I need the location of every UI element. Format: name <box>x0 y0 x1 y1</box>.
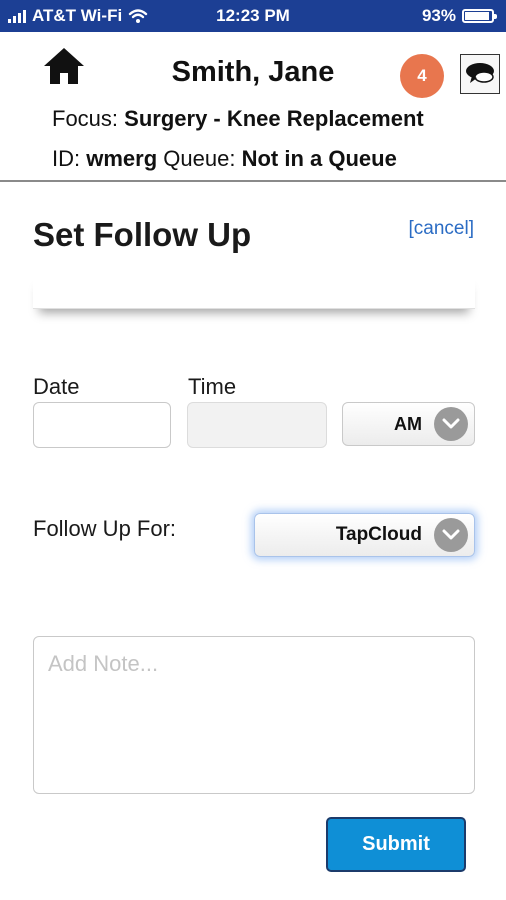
patient-header: Smith, Jane 4 Focus: Surgery - Knee Repl… <box>0 32 506 182</box>
queue-label: Queue: <box>163 146 236 171</box>
ampm-value: AM <box>394 413 422 434</box>
title-panel <box>33 272 475 309</box>
focus-label: Focus: <box>52 106 119 131</box>
cancel-link[interactable]: [cancel] <box>409 218 474 240</box>
submit-button[interactable]: Submit <box>326 817 466 872</box>
form-title: Set Follow Up <box>33 216 252 253</box>
time-input[interactable] <box>187 402 327 448</box>
date-label: Date <box>33 374 80 399</box>
id-queue-line: ID: wmerg Queue: Not in a Queue <box>52 146 397 172</box>
status-bar: AT&T Wi-Fi 12:23 PM 93% <box>0 0 506 32</box>
focus-value: Surgery - Knee Replacement <box>124 106 424 131</box>
id-label: ID: <box>52 146 81 171</box>
battery-icon <box>462 9 497 23</box>
ampm-select[interactable]: AM <box>342 402 475 446</box>
follow-up-value: TapCloud <box>335 524 422 545</box>
chat-bubble-icon <box>466 63 494 83</box>
chevron-down-icon <box>434 407 468 441</box>
battery-percent: 93% <box>421 6 456 25</box>
queue-value: Not in a Queue <box>241 146 397 171</box>
notification-badge[interactable]: 4 <box>400 54 444 98</box>
chat-button[interactable] <box>460 54 500 94</box>
note-textarea[interactable] <box>33 636 475 794</box>
status-right: 93% <box>421 6 497 26</box>
id-value: wmerg <box>86 146 158 171</box>
time-label: Time <box>188 374 237 399</box>
follow-up-select[interactable]: TapCloud <box>254 513 475 557</box>
focus-line: Focus: Surgery - Knee Replacement <box>52 106 424 132</box>
chevron-down-icon <box>434 518 468 552</box>
follow-up-label: Follow Up For: <box>33 516 177 541</box>
date-input[interactable] <box>33 402 171 448</box>
